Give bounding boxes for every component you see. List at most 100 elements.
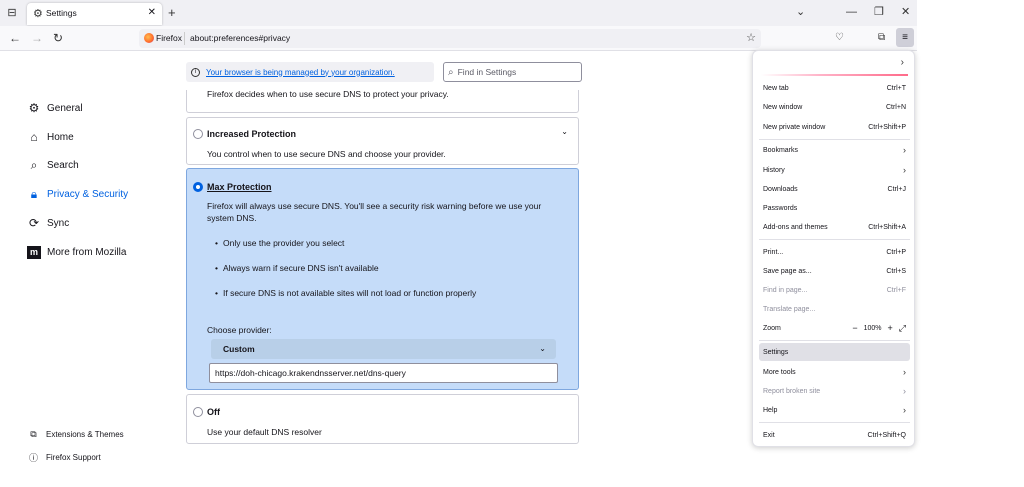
off-radio[interactable] bbox=[193, 407, 203, 417]
sidebar-item-more-from-mozilla[interactable]: m More from Mozilla bbox=[27, 243, 126, 261]
account-chevron-icon[interactable]: › bbox=[901, 57, 904, 68]
new-tab-icon[interactable]: + bbox=[168, 5, 176, 20]
sidebar-item-label: Sync bbox=[47, 217, 70, 229]
zoom-in-button[interactable]: + bbox=[888, 323, 893, 333]
menu-new-private-window[interactable]: New private window Ctrl+Shift+P bbox=[759, 118, 910, 136]
increased-radio[interactable] bbox=[193, 129, 203, 139]
pocket-icon[interactable]: ♡ bbox=[835, 30, 844, 46]
restore-icon[interactable]: ❐ bbox=[874, 5, 884, 19]
menu-downloads[interactable]: Downloads Ctrl+J bbox=[759, 180, 910, 198]
sidebar-item-label: General bbox=[47, 102, 83, 114]
url-separator bbox=[184, 32, 185, 45]
app-menu-icon[interactable]: ≡ bbox=[896, 28, 914, 47]
menu-history[interactable]: History › bbox=[759, 161, 910, 179]
sidebar-item-privacy[interactable]: 🔒︎ Privacy & Security bbox=[27, 185, 128, 203]
close-tab-icon[interactable]: ✕ bbox=[148, 7, 156, 18]
sidebar-item-sync[interactable]: ⟳ Sync bbox=[27, 214, 69, 232]
forward-icon[interactable]: → bbox=[31, 30, 43, 46]
menu-zoom: Zoom − 100% + ⤢ bbox=[759, 319, 910, 337]
managed-link[interactable]: Your browser is being managed by your or… bbox=[206, 68, 395, 77]
chevron-right-icon: › bbox=[903, 405, 906, 415]
chevron-right-icon: › bbox=[903, 386, 906, 396]
menu-label: New private window bbox=[763, 123, 826, 131]
zoom-level[interactable]: 100% bbox=[864, 325, 882, 332]
menu-addons-themes[interactable]: Add-ons and themes Ctrl+Shift+A bbox=[759, 218, 910, 236]
chevron-down-icon[interactable]: ⌄ bbox=[561, 127, 568, 136]
max-bullet: Always warn if secure DNS isn't availabl… bbox=[215, 263, 379, 273]
max-desc: Firefox will always use secure DNS. You'… bbox=[207, 201, 542, 223]
off-title: Off bbox=[207, 407, 220, 417]
search-icon: ⌕ bbox=[30, 158, 38, 172]
url-text[interactable]: about:preferences#privacy bbox=[190, 33, 290, 43]
close-window-icon[interactable]: ✕ bbox=[901, 5, 910, 19]
home-icon: ⌂ bbox=[30, 130, 38, 144]
url-bar[interactable]: Firefox about:preferences#privacy ☆ bbox=[139, 29, 761, 48]
help-icon: ⓘ bbox=[28, 453, 38, 463]
puzzle-icon: ⧉ bbox=[30, 429, 37, 439]
menu-shortcut: Ctrl+P bbox=[886, 248, 906, 256]
sidebar-foot-label: Extensions & Themes bbox=[46, 430, 124, 439]
extensions-icon[interactable]: ⧉ bbox=[878, 30, 885, 46]
menu-label: Passwords bbox=[763, 204, 798, 212]
sidebar-item-general[interactable]: ⚙ General bbox=[27, 99, 83, 117]
menu-label: Zoom bbox=[763, 324, 781, 332]
custom-dns-url-field[interactable]: https://doh-chicago.krakendnsserver.net/… bbox=[209, 363, 558, 383]
list-all-tabs-icon[interactable]: ⊟ bbox=[5, 6, 19, 20]
menu-new-window[interactable]: New window Ctrl+N bbox=[759, 98, 910, 116]
tab-list-chevron-icon[interactable]: ⌄ bbox=[796, 5, 805, 19]
menu-find-in-page[interactable]: Find in page... Ctrl+F bbox=[759, 281, 910, 299]
menu-label: Translate page... bbox=[763, 305, 816, 313]
sidebar-extensions-themes[interactable]: ⧉ Extensions & Themes bbox=[28, 429, 124, 440]
menu-label: New window bbox=[763, 103, 803, 111]
menu-print[interactable]: Print... Ctrl+P bbox=[759, 243, 910, 261]
menu-shortcut: Ctrl+J bbox=[887, 185, 906, 193]
max-protection-card[interactable]: Max Protection Firefox will always use s… bbox=[186, 168, 579, 390]
menu-shortcut: Ctrl+Shift+Q bbox=[867, 431, 906, 439]
menu-new-tab[interactable]: New tab Ctrl+T bbox=[759, 79, 910, 97]
sync-icon: ⟳ bbox=[28, 216, 40, 230]
menu-bookmarks[interactable]: Bookmarks › bbox=[759, 141, 910, 159]
chevron-right-icon: › bbox=[903, 165, 906, 175]
increased-title: Increased Protection bbox=[207, 129, 297, 139]
reload-icon[interactable]: ↻ bbox=[53, 30, 63, 46]
menu-save-page[interactable]: Save page as... Ctrl+S bbox=[759, 262, 910, 280]
menu-shortcut: Ctrl+S bbox=[886, 267, 906, 275]
provider-label: Choose provider: bbox=[207, 325, 272, 335]
tab-settings[interactable]: ⚙ Settings ✕ bbox=[27, 3, 162, 25]
menu-shortcut: Ctrl+N bbox=[885, 103, 906, 111]
menu-report-broken-site[interactable]: Report broken site › bbox=[759, 382, 910, 400]
tab-bar: ⊟ ⚙ Settings ✕ + ⌄ — ❐ ✕ bbox=[0, 0, 917, 26]
menu-passwords[interactable]: Passwords bbox=[759, 199, 910, 217]
sidebar-firefox-support[interactable]: ⓘ Firefox Support bbox=[28, 451, 101, 464]
zoom-out-button[interactable]: − bbox=[852, 323, 857, 333]
menu-translate-page[interactable]: Translate page... bbox=[759, 300, 910, 318]
menu-exit[interactable]: Exit Ctrl+Shift+Q bbox=[759, 426, 910, 444]
menu-separator bbox=[759, 422, 910, 423]
tab-title: Settings bbox=[46, 8, 77, 18]
fullscreen-icon[interactable]: ⤢ bbox=[899, 323, 906, 334]
max-radio[interactable] bbox=[193, 182, 203, 192]
menu-label: Settings bbox=[763, 348, 789, 356]
menu-shortcut: Ctrl+F bbox=[886, 286, 906, 294]
minimize-icon[interactable]: — bbox=[846, 5, 857, 19]
provider-select[interactable]: Custom ⌄ bbox=[211, 339, 556, 359]
menu-label: More tools bbox=[763, 368, 796, 376]
menu-label: Help bbox=[763, 406, 778, 414]
chevron-right-icon: › bbox=[903, 145, 906, 155]
identity-label: Firefox bbox=[156, 33, 182, 43]
sidebar-item-search[interactable]: ⌕ Search bbox=[27, 156, 79, 174]
back-icon[interactable]: ← bbox=[9, 30, 21, 46]
menu-settings[interactable]: Settings bbox=[759, 343, 910, 361]
gear-icon: ⚙ bbox=[33, 8, 43, 20]
provider-value: Custom bbox=[223, 344, 255, 354]
sidebar-item-home[interactable]: ⌂ Home bbox=[27, 128, 73, 146]
sidebar-item-label: More from Mozilla bbox=[47, 246, 127, 258]
menu-help[interactable]: Help › bbox=[759, 401, 910, 419]
find-in-settings-field[interactable]: ⌕ Find in Settings bbox=[443, 62, 582, 82]
off-card[interactable]: Off Use your default DNS resolver bbox=[186, 394, 579, 444]
bookmark-star-icon[interactable]: ☆ bbox=[746, 31, 756, 44]
increased-protection-card[interactable]: Increased Protection ⌄ You control when … bbox=[186, 117, 579, 165]
menu-shortcut: Ctrl+T bbox=[886, 84, 906, 92]
menu-more-tools[interactable]: More tools › bbox=[759, 363, 910, 381]
chevron-down-icon: ⌄ bbox=[539, 344, 546, 353]
